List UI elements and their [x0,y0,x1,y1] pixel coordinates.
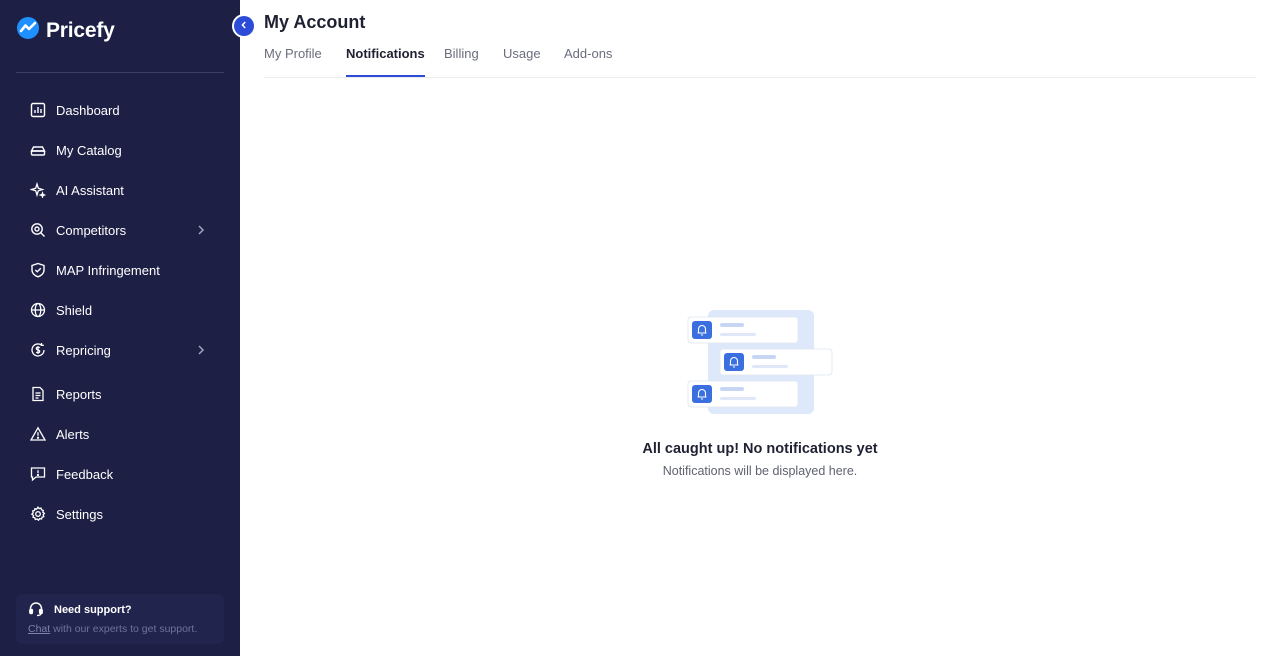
document-icon [29,385,47,403]
notifications-illustration [686,308,834,418]
chat-link[interactable]: Chat [28,623,50,635]
sidebar-item-label: MAP Infringement [56,262,160,278]
sidebar-item-shield[interactable]: Shield [16,290,224,330]
tab-my-profile[interactable]: My Profile [264,46,322,77]
sidebar: Pricefy Dashboard My Catalog AI Assistan… [0,0,240,656]
shield-check-icon [29,261,47,279]
gear-icon [29,505,47,523]
sidebar-item-label: AI Assistant [56,182,124,198]
dollar-cycle-icon [29,341,47,359]
tab-add-ons[interactable]: Add-ons [564,46,612,77]
search-icon [29,221,47,239]
empty-state-title: All caught up! No notifications yet [642,441,878,457]
tab-notifications[interactable]: Notifications [346,46,425,77]
sidebar-item-feedback[interactable]: Feedback [16,454,224,494]
sidebar-item-label: Repricing [56,342,111,358]
headset-icon [28,601,44,622]
sidebar-item-label: Competitors [56,222,127,238]
page-title: My Account [264,12,366,32]
tab-usage[interactable]: Usage [503,46,541,77]
globe-icon [29,301,47,319]
tab-billing[interactable]: Billing [444,46,479,77]
sidebar-item-label: Dashboard [56,102,120,118]
support-card: Need support? Chat with our experts to g… [16,594,224,644]
chevron-left-icon [239,17,249,35]
sidebar-item-reports[interactable]: Reports [16,374,224,414]
bar-chart-icon [29,101,47,119]
sidebar-item-label: Settings [56,506,103,522]
empty-state-subtitle: Notifications will be displayed here. [662,464,858,478]
sidebar-item-settings[interactable]: Settings [16,494,224,534]
sidebar-divider [16,72,224,73]
account-tabs: My Profile Notifications Billing Usage A… [264,46,1256,78]
support-title: Need support? [54,604,132,616]
warning-icon [29,425,47,443]
sidebar-item-label: Feedback [56,466,114,482]
sidebar-item-ai-assistant[interactable]: AI Assistant [16,170,224,210]
pricefy-logo[interactable]: Pricefy [16,16,115,45]
sidebar-item-label: Shield [56,302,93,318]
sparkles-icon [29,181,47,199]
pricefy-logo-icon [16,16,40,45]
message-alert-icon [29,465,47,483]
catalog-icon [29,141,47,159]
sidebar-item-label: Reports [56,386,102,402]
chevron-right-icon[interactable] [194,223,208,237]
support-description: with our experts to get support. [50,623,198,635]
sidebar-item-map-infringement[interactable]: MAP Infringement [16,250,224,290]
sidebar-item-competitors[interactable]: Competitors [16,210,224,250]
sidebar-item-my-catalog[interactable]: My Catalog [16,130,224,170]
support-text: Chat with our experts to get support. [28,623,197,635]
logo-text: Pricefy [46,18,115,42]
sidebar-item-alerts[interactable]: Alerts [16,414,224,454]
collapse-sidebar-button[interactable] [234,16,254,36]
sidebar-item-label: Alerts [56,426,90,442]
chevron-right-icon[interactable] [194,343,208,357]
sidebar-item-label: My Catalog [56,142,122,158]
sidebar-item-dashboard[interactable]: Dashboard [16,90,224,130]
sidebar-item-repricing[interactable]: Repricing [16,330,224,370]
